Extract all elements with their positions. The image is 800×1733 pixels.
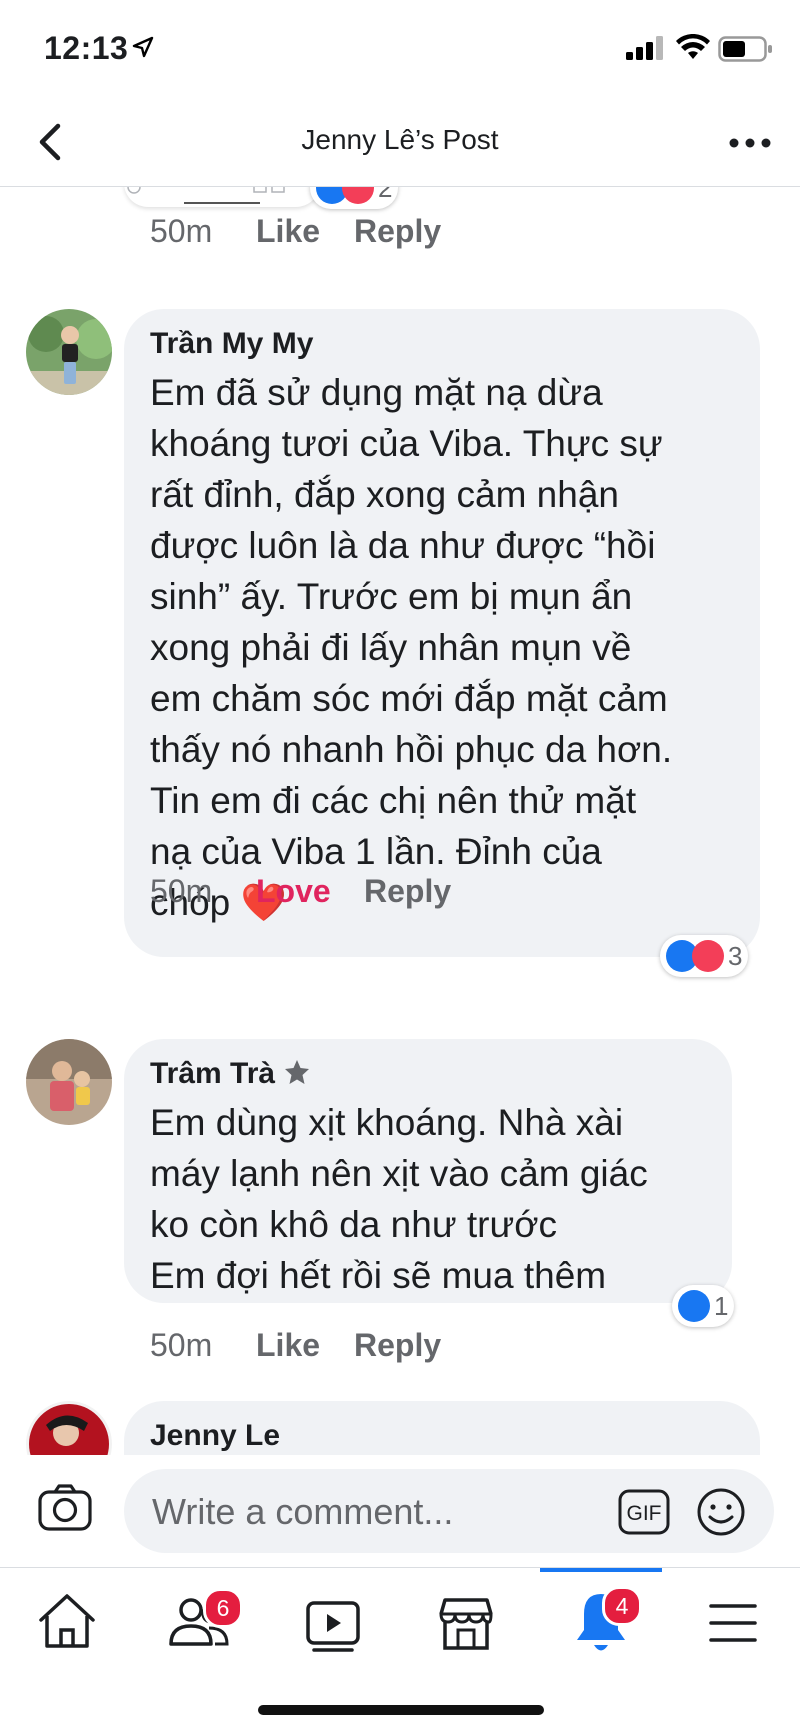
reply-button[interactable]: Reply (364, 873, 451, 910)
comment-input[interactable]: Write a comment... GIF (124, 1469, 774, 1553)
comment-author-name: Trâm Trà (150, 1057, 276, 1090)
tab-home[interactable] (12, 1568, 122, 1678)
top-fan-star-icon (285, 1060, 310, 1084)
marketplace-icon (439, 1598, 493, 1650)
tab-notifications[interactable]: 4 (546, 1568, 656, 1678)
comment-time: 50m (150, 213, 213, 249)
home-icon (39, 1594, 95, 1648)
like-button[interactable]: Like (256, 1327, 320, 1364)
comment-composer: Write a comment... GIF (0, 1455, 800, 1567)
tab-marketplace[interactable] (411, 1568, 521, 1678)
love-button[interactable]: Love (256, 873, 331, 910)
like-button[interactable]: Like (256, 213, 320, 250)
comment-author[interactable]: Trâm Trà (150, 1057, 311, 1091)
sticker-button[interactable] (696, 1487, 746, 1542)
cell-signal-icon (626, 36, 666, 65)
video-play-icon (306, 1601, 360, 1652)
status-time: 12:13 (44, 30, 129, 66)
reaction-count: 3 (728, 940, 743, 971)
avatar[interactable] (26, 1039, 112, 1125)
reply-button[interactable]: Reply (354, 213, 441, 250)
avatar[interactable] (26, 309, 112, 395)
hamburger-menu-icon (709, 1604, 757, 1642)
reaction-summary[interactable]: 1 (672, 1285, 735, 1327)
smiley-icon (697, 1488, 745, 1536)
battery-icon (718, 36, 774, 67)
comment-thread: 2 50m Like Reply Trần My My Em đã sử dụn… (0, 187, 800, 1455)
comment-placeholder: Write a comment... (152, 1491, 454, 1532)
tab-menu[interactable] (678, 1568, 788, 1678)
notifications-badge: 4 (602, 1586, 642, 1626)
wifi-icon (676, 33, 710, 65)
reaction-count: 2 (378, 187, 393, 203)
more-dots-icon (729, 138, 771, 148)
comment-time: 50m (150, 1327, 213, 1363)
comment-text: Em dùng xịt khoáng. Nhà xài máy lạnh nên… (150, 1102, 648, 1296)
previous-reaction-summary[interactable]: 2 (310, 187, 399, 209)
post-header: Jenny Lê’s Post (0, 100, 800, 187)
like-reaction-icon (678, 1290, 710, 1322)
comment-time: 50m (150, 873, 213, 909)
camera-button[interactable] (38, 1483, 92, 1536)
user-photo-icon (26, 1401, 112, 1455)
love-reaction-icon (342, 187, 374, 204)
user-photo-icon (26, 309, 112, 395)
friends-icon (169, 1598, 229, 1646)
gif-label: GIF (627, 1502, 662, 1525)
more-options-button[interactable] (722, 128, 778, 158)
tab-watch[interactable] (278, 1568, 388, 1678)
bell-icon (577, 1594, 625, 1651)
avatar[interactable] (26, 1401, 112, 1455)
comment-text: Em đã sử dụng mặt nạ dừa khoáng tươi của… (150, 372, 673, 923)
user-photo-icon (26, 1039, 112, 1125)
friends-badge: 6 (203, 1588, 243, 1628)
reply-button[interactable]: Reply (354, 1327, 441, 1364)
comment-author[interactable]: Jenny Le (150, 1419, 280, 1453)
comment-author[interactable]: Trần My My (150, 327, 313, 361)
location-arrow-icon (132, 36, 154, 63)
previous-comment-attachment (124, 187, 320, 207)
status-bar: 12:13 (0, 0, 800, 100)
gif-icon: GIF (618, 1489, 670, 1535)
reaction-count: 1 (714, 1290, 729, 1321)
camera-icon (38, 1484, 92, 1531)
love-reaction-icon (692, 940, 724, 972)
reaction-summary[interactable]: 3 (660, 935, 749, 977)
gif-button[interactable]: GIF (618, 1489, 670, 1540)
tab-friends[interactable]: 6 (145, 1568, 255, 1678)
composer-preview-icon (127, 187, 285, 204)
page-title: Jenny Lê’s Post (301, 124, 499, 155)
home-indicator[interactable] (258, 1705, 544, 1715)
